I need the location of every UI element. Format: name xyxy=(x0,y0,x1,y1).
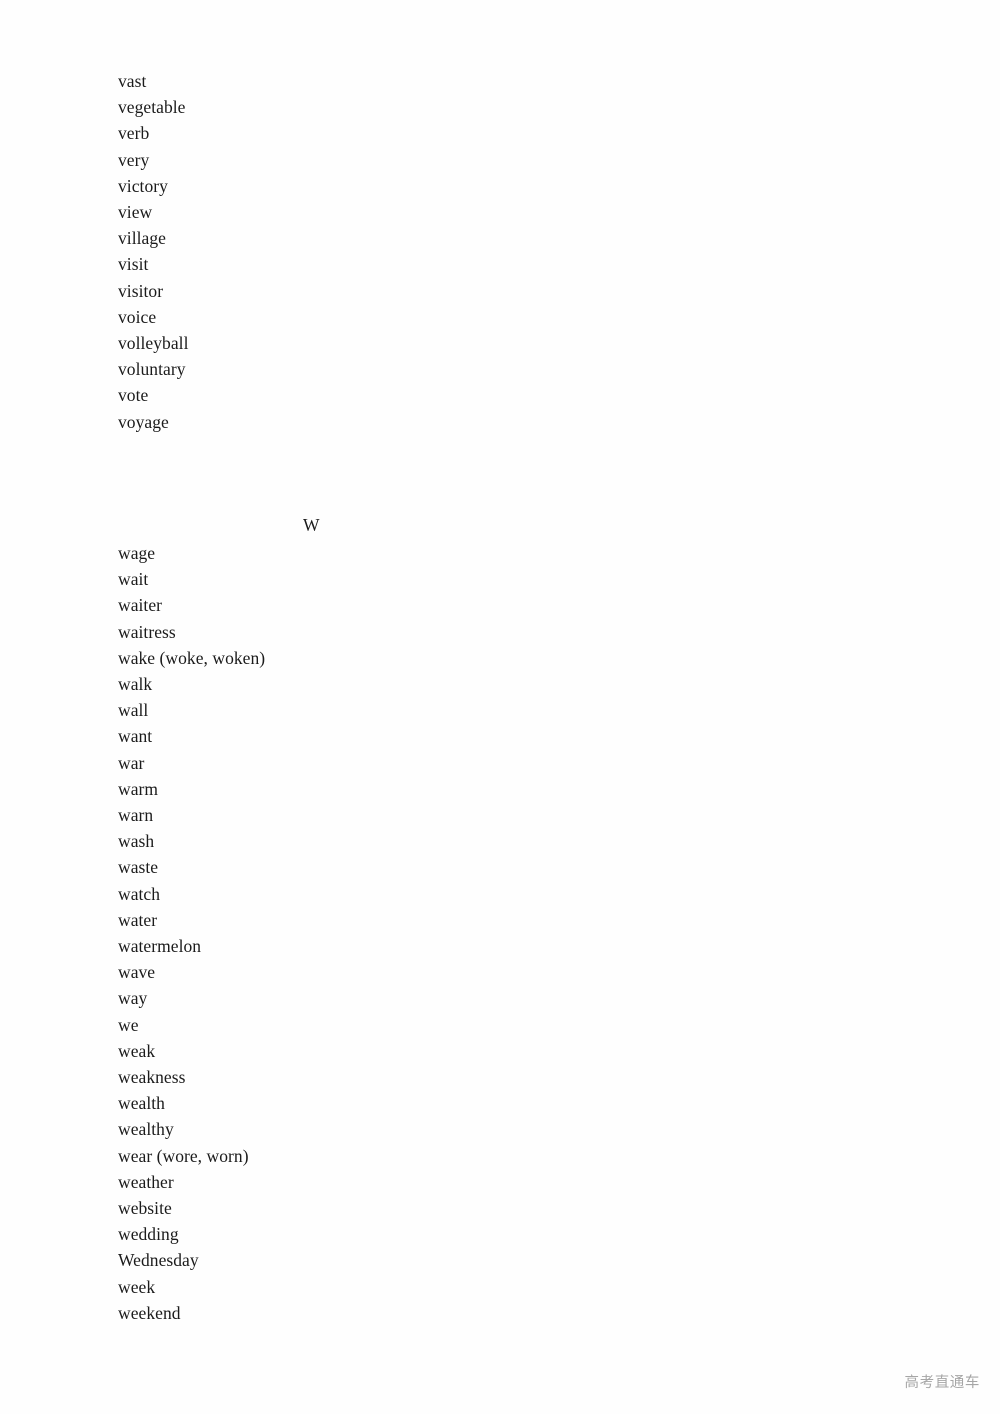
word-item: very xyxy=(118,149,150,170)
word-item: we xyxy=(118,1014,139,1035)
word-item: view xyxy=(118,202,153,223)
word-item: voluntary xyxy=(118,359,186,380)
word-item: way xyxy=(118,988,148,1009)
word-item: vast xyxy=(118,71,147,91)
word-item: week xyxy=(118,1276,156,1297)
word-item: watch xyxy=(118,883,161,904)
word-item: wealth xyxy=(118,1093,165,1114)
word-item: weather xyxy=(118,1171,174,1192)
word-item: want xyxy=(118,726,153,747)
section-v: vast vegetable verb very victory view village v… xyxy=(118,68,818,435)
word-item: wealthy xyxy=(118,1119,174,1140)
word-item: wedding xyxy=(118,1224,179,1245)
word-item: warm xyxy=(118,778,159,799)
word-item: visit xyxy=(118,254,149,275)
word-item: voyage xyxy=(118,411,169,432)
word-item: wash xyxy=(118,831,155,852)
word-item: weakness xyxy=(118,1067,186,1088)
watermark: 高考直通车 xyxy=(904,1375,980,1391)
word-item: wall xyxy=(118,700,149,721)
word-item: voice xyxy=(118,306,157,327)
word-item: vegetable xyxy=(118,97,186,118)
word-item: wave xyxy=(118,962,156,983)
word-item: village xyxy=(118,228,166,249)
word-item: walk xyxy=(118,674,153,695)
word-item: visitor xyxy=(118,280,164,301)
section-heading-w: W xyxy=(303,515,320,535)
word-item: wake (woke, woken) xyxy=(118,647,266,668)
word-item: wage xyxy=(118,543,156,563)
word-item: warn xyxy=(118,805,154,826)
section-w: W wage wait waiter waitress wake (woke, woke… xyxy=(118,515,818,1326)
word-item: waste xyxy=(118,857,159,878)
word-item: victory xyxy=(118,175,168,196)
word-list-w: wage wait waiter waitress wake (woke, woken)… xyxy=(118,540,818,1326)
word-item: weekend xyxy=(118,1302,181,1323)
word-item: Wednesday xyxy=(118,1250,199,1271)
word-item: waitress xyxy=(118,621,176,642)
word-item: verb xyxy=(118,123,150,144)
word-item: website xyxy=(118,1198,172,1219)
word-item: water xyxy=(118,909,158,930)
word-item: volleyball xyxy=(118,333,189,354)
word-item: waiter xyxy=(118,595,163,616)
word-item: vote xyxy=(118,385,149,406)
document-page: vast vegetable verb very victory view village v… xyxy=(0,0,1000,1414)
word-item: wear (wore, worn) xyxy=(118,1145,249,1166)
word-item: wait xyxy=(118,569,149,590)
word-item: watermelon xyxy=(118,936,202,957)
word-item: weak xyxy=(118,1040,156,1061)
word-item: war xyxy=(118,752,145,773)
word-list-v: vast vegetable verb very victory view village v… xyxy=(118,68,818,435)
